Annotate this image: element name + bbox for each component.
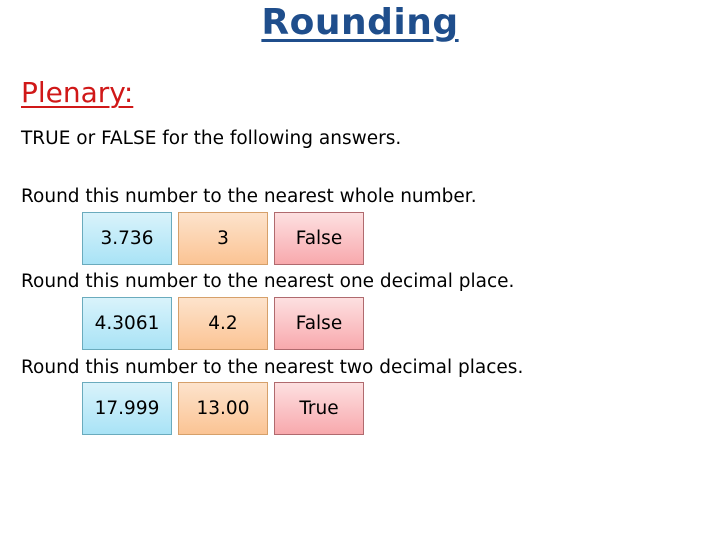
number-box: 17.999: [82, 382, 172, 435]
page-title: Rounding: [261, 2, 459, 43]
verdict-box: False: [274, 297, 364, 350]
question-prompt: Round this number to the nearest one dec…: [21, 271, 515, 292]
instruction-text: TRUE or FALSE for the following answers.: [21, 128, 402, 149]
question-row: 3.736 3 False: [82, 212, 364, 265]
number-box: 4.3061: [82, 297, 172, 350]
answer-box: 13.00: [178, 382, 268, 435]
answer-box: 3: [178, 212, 268, 265]
answer-box: 4.2: [178, 297, 268, 350]
question-prompt: Round this number to the nearest whole n…: [21, 186, 477, 207]
number-box: 3.736: [82, 212, 172, 265]
verdict-box: True: [274, 382, 364, 435]
question-row: 17.999 13.00 True: [82, 382, 364, 435]
verdict-box: False: [274, 212, 364, 265]
section-label: Plenary:: [21, 76, 134, 109]
question-prompt: Round this number to the nearest two dec…: [21, 357, 524, 378]
question-row: 4.3061 4.2 False: [82, 297, 364, 350]
